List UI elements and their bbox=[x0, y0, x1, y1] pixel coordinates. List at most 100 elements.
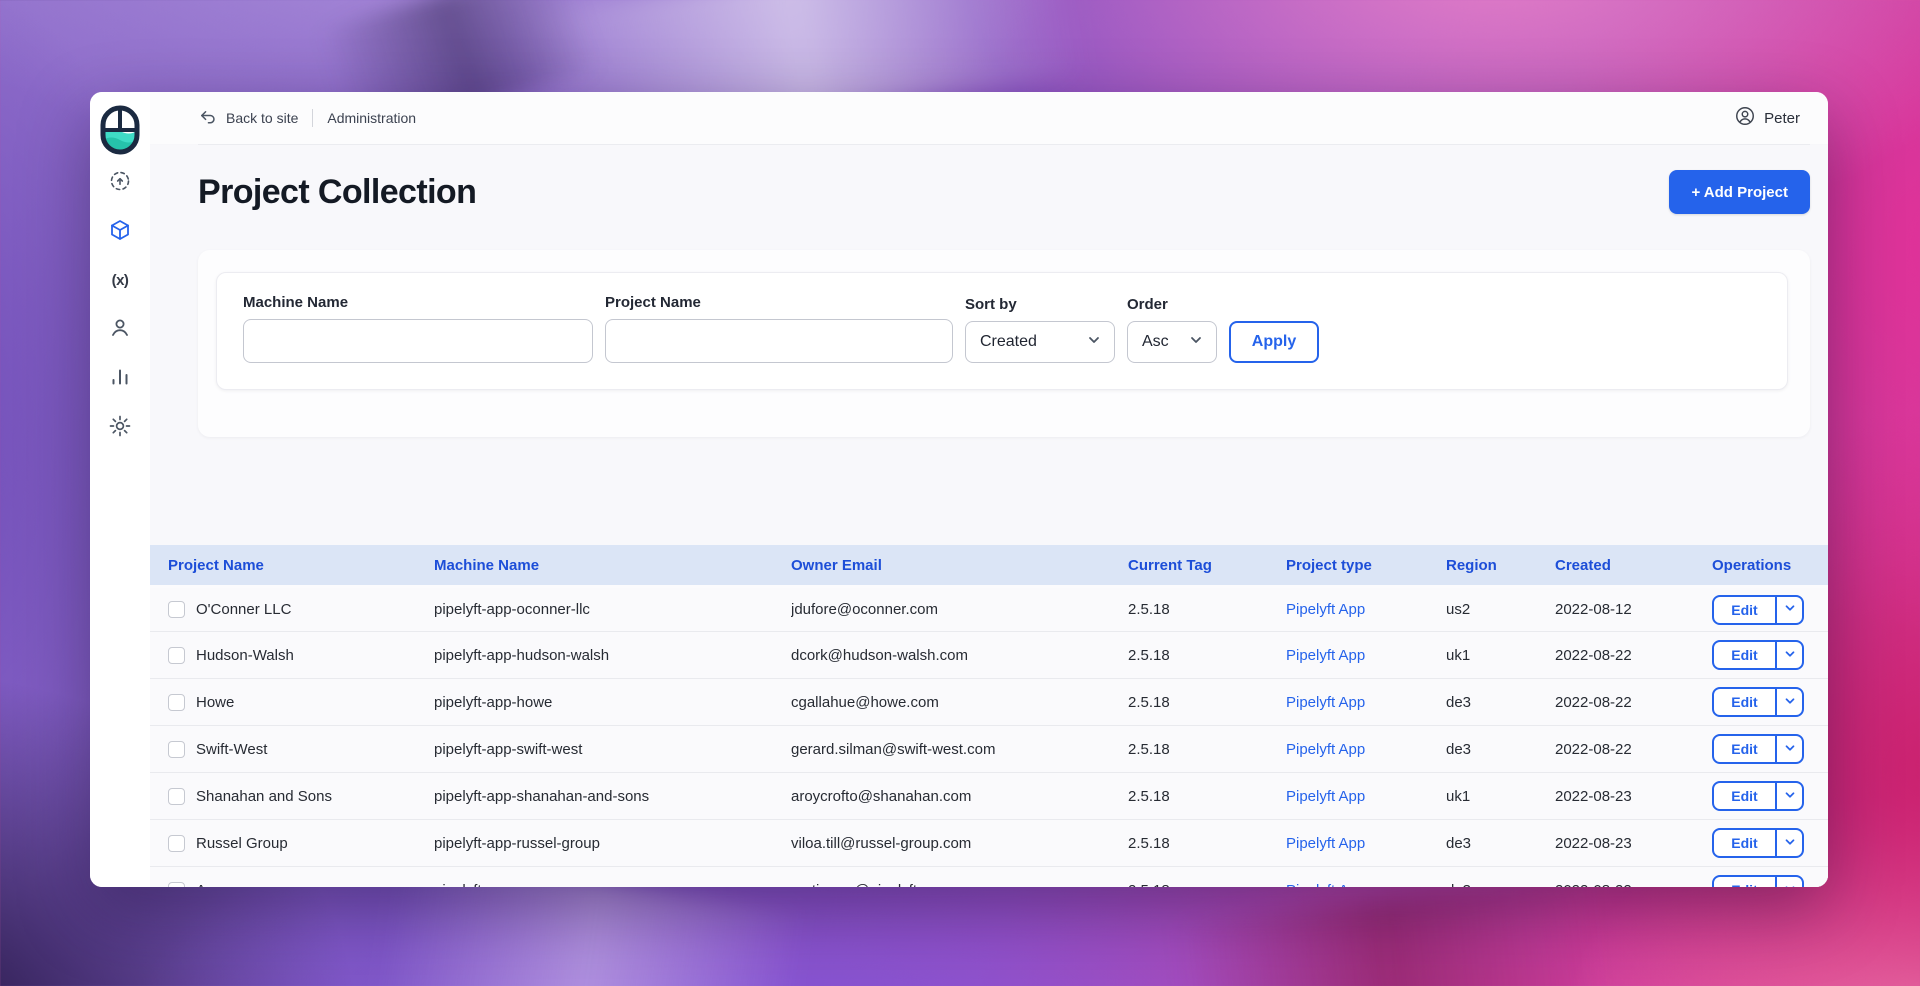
machine-name-cell: pipelyft-app-shanahan-and-sons bbox=[434, 788, 791, 805]
edit-split-button: Edit bbox=[1712, 828, 1804, 858]
focus-icon bbox=[108, 169, 132, 196]
edit-button[interactable]: Edit bbox=[1714, 736, 1775, 762]
filter-panel: Machine Name Project Name Sort by Create… bbox=[216, 272, 1788, 390]
edit-dropdown-button[interactable] bbox=[1777, 830, 1802, 856]
page-title: Project Collection bbox=[198, 173, 476, 212]
current-tag-cell: 2.5.18 bbox=[1128, 741, 1286, 758]
project-type-link[interactable]: Pipelyft App bbox=[1286, 601, 1365, 618]
project-name-cell: Amazee bbox=[196, 882, 434, 888]
owner-email-cell: curtis.cox@pipelyft.com bbox=[791, 882, 1128, 888]
machine-name-input[interactable] bbox=[243, 319, 593, 363]
breadcrumb-administration[interactable]: Administration bbox=[327, 110, 416, 126]
sidebar-item-settings[interactable] bbox=[107, 414, 133, 440]
edit-dropdown-button[interactable] bbox=[1777, 642, 1802, 668]
project-name-cell: Swift-West bbox=[196, 741, 434, 758]
region-cell: de3 bbox=[1446, 882, 1555, 888]
table-row: Swift-West pipelyft-app-swift-west gerar… bbox=[150, 726, 1828, 773]
edit-dropdown-button[interactable] bbox=[1777, 597, 1802, 623]
back-to-site-link[interactable]: Back to site bbox=[198, 107, 298, 129]
region-cell: de3 bbox=[1446, 835, 1555, 852]
topbar: Back to site Administration Peter bbox=[150, 92, 1828, 144]
edit-button[interactable]: Edit bbox=[1714, 689, 1775, 715]
row-checkbox[interactable] bbox=[168, 835, 185, 852]
row-checkbox[interactable] bbox=[168, 647, 185, 664]
region-cell: de3 bbox=[1446, 694, 1555, 711]
machine-name-cell: pipelyft-app-amazee bbox=[434, 882, 791, 888]
edit-button[interactable]: Edit bbox=[1714, 830, 1775, 856]
machine-name-cell: pipelyft-app-swift-west bbox=[434, 741, 791, 758]
owner-email-cell: dcork@hudson-walsh.com bbox=[791, 647, 1128, 664]
add-project-button[interactable]: + Add Project bbox=[1669, 170, 1810, 214]
region-cell: uk1 bbox=[1446, 647, 1555, 664]
column-header-machine-name[interactable]: Machine Name bbox=[434, 557, 791, 574]
row-checkbox[interactable] bbox=[168, 694, 185, 711]
edit-button[interactable]: Edit bbox=[1714, 877, 1775, 887]
project-type-link[interactable]: Pipelyft App bbox=[1286, 788, 1365, 805]
back-to-site-label: Back to site bbox=[226, 110, 298, 126]
page-content: Project Collection + Add Project Machine… bbox=[150, 145, 1828, 887]
column-header-project-type[interactable]: Project type bbox=[1286, 557, 1446, 574]
sidebar-item-metrics[interactable] bbox=[107, 365, 133, 391]
row-checkbox[interactable] bbox=[168, 601, 185, 618]
column-header-project-name[interactable]: Project Name bbox=[150, 557, 434, 574]
sidebar-item-users[interactable] bbox=[107, 316, 133, 342]
edit-button[interactable]: Edit bbox=[1714, 597, 1775, 623]
project-type-link[interactable]: Pipelyft App bbox=[1286, 835, 1365, 852]
created-cell: 2022-08-22 bbox=[1555, 694, 1712, 711]
row-checkbox[interactable] bbox=[168, 788, 185, 805]
project-type-link[interactable]: Pipelyft App bbox=[1286, 882, 1365, 888]
project-type-link[interactable]: Pipelyft App bbox=[1286, 741, 1365, 758]
project-type-link[interactable]: Pipelyft App bbox=[1286, 647, 1365, 664]
edit-button[interactable]: Edit bbox=[1714, 642, 1775, 668]
user-menu[interactable]: Peter bbox=[1734, 105, 1800, 131]
owner-email-cell: gerard.silman@swift-west.com bbox=[791, 741, 1128, 758]
breadcrumb-separator bbox=[312, 109, 313, 127]
machine-name-cell: pipelyft-app-russel-group bbox=[434, 835, 791, 852]
edit-dropdown-button[interactable] bbox=[1777, 689, 1802, 715]
project-name-label: Project Name bbox=[605, 294, 953, 311]
sort-by-value: Created bbox=[980, 333, 1037, 351]
owner-email-cell: aroycrofto@shanahan.com bbox=[791, 788, 1128, 805]
table-row: O'Conner LLC pipelyft-app-oconner-llc jd… bbox=[150, 585, 1828, 632]
project-name-cell: Howe bbox=[196, 694, 434, 711]
current-tag-cell: 2.5.18 bbox=[1128, 601, 1286, 618]
app-logo[interactable] bbox=[100, 105, 140, 155]
column-header-created[interactable]: Created bbox=[1555, 557, 1712, 574]
chevron-down-icon bbox=[1783, 788, 1797, 805]
apply-button[interactable]: Apply bbox=[1229, 321, 1319, 363]
column-header-current-tag[interactable]: Current Tag bbox=[1128, 557, 1286, 574]
edit-dropdown-button[interactable] bbox=[1777, 783, 1802, 809]
sidebar-item-focus[interactable] bbox=[107, 169, 133, 195]
sidebar-item-projects[interactable] bbox=[107, 218, 133, 244]
created-cell: 2022-08-23 bbox=[1555, 788, 1712, 805]
chevron-down-icon bbox=[1783, 694, 1797, 711]
project-type-link[interactable]: Pipelyft App bbox=[1286, 694, 1365, 711]
current-tag-cell: 2.5.18 bbox=[1128, 882, 1286, 888]
sort-by-select[interactable]: Created bbox=[965, 321, 1115, 363]
current-tag-cell: 2.5.18 bbox=[1128, 835, 1286, 852]
row-checkbox[interactable] bbox=[168, 882, 185, 887]
edit-dropdown-button[interactable] bbox=[1777, 736, 1802, 762]
edit-button[interactable]: Edit bbox=[1714, 783, 1775, 809]
back-arrow-icon bbox=[198, 107, 217, 129]
machine-name-label: Machine Name bbox=[243, 294, 593, 311]
user-name: Peter bbox=[1764, 110, 1800, 127]
created-cell: 2022-08-22 bbox=[1555, 741, 1712, 758]
created-cell: 2022-08-12 bbox=[1555, 601, 1712, 618]
column-header-operations: Operations bbox=[1712, 557, 1828, 574]
project-name-input[interactable] bbox=[605, 319, 953, 363]
owner-email-cell: viloa.till@russel-group.com bbox=[791, 835, 1128, 852]
background-petal-shadow bbox=[1173, 878, 1607, 986]
column-header-owner-email[interactable]: Owner Email bbox=[791, 557, 1128, 574]
sidebar-item-variables[interactable]: (x) bbox=[107, 267, 133, 293]
order-value: Asc bbox=[1142, 333, 1169, 351]
row-checkbox[interactable] bbox=[168, 741, 185, 758]
edit-dropdown-button[interactable] bbox=[1777, 877, 1802, 887]
edit-split-button: Edit bbox=[1712, 640, 1804, 670]
machine-name-cell: pipelyft-app-hudson-walsh bbox=[434, 647, 791, 664]
region-cell: uk1 bbox=[1446, 788, 1555, 805]
column-header-region[interactable]: Region bbox=[1446, 557, 1555, 574]
edit-split-button: Edit bbox=[1712, 781, 1804, 811]
order-select[interactable]: Asc bbox=[1127, 321, 1217, 363]
order-label: Order bbox=[1127, 296, 1217, 313]
